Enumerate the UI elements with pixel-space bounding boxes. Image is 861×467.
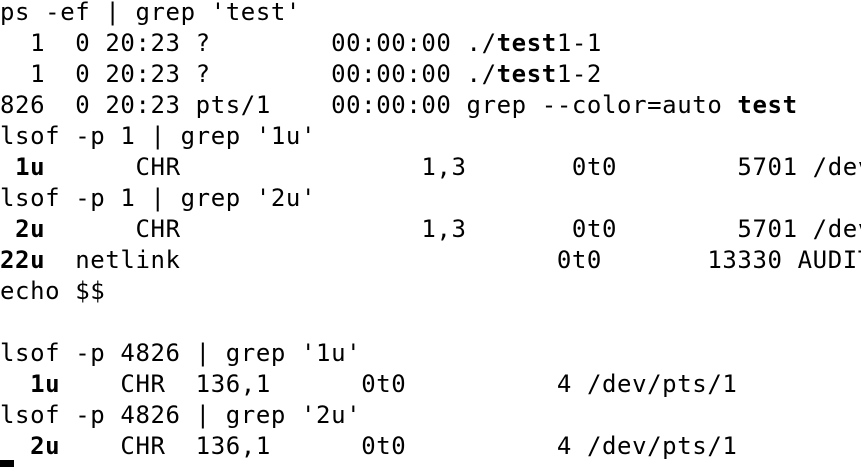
highlighted-match: 1u [30,370,61,398]
line-text: echo $$ [0,277,106,305]
terminal-line: lsof -p 4826 | grep '2u' [0,400,361,431]
line-text: ps -ef | grep 'test' [0,0,301,26]
highlighted-match: 22u [0,246,46,274]
line-segment: netlink 0t0 13330 AUDIT [45,246,861,274]
terminal-output[interactable]: ps -ef | grep 'test' 1 0 20:23 ? 00:00:0… [0,0,861,467]
terminal-line: 2u CHR 136,1 0t0 4 /dev/pts/1 [0,431,737,462]
terminal-line: 826 0 20:23 pts/1 00:00:00 grep --color=… [0,90,798,121]
highlighted-match: 1u [15,153,46,181]
highlighted-match: test [737,91,798,119]
terminal-line: 1 0 20:23 ? 00:00:00 ./test1-1 [0,28,602,59]
highlighted-match: test [496,29,557,57]
highlighted-match: 2u [15,215,46,243]
line-text: lsof -p 1 | grep '1u' [0,122,317,150]
line-segment: CHR 136,1 0t0 4 /dev/pts/1 [60,432,738,460]
terminal-line: 2u CHR 1,3 0t0 5701 /dev/null [0,214,861,245]
terminal-line: 22u netlink 0t0 13330 AUDIT [0,245,861,276]
line-segment [0,432,30,460]
terminal-line: 1u CHR 1,3 0t0 5701 /dev/null [0,152,861,183]
text-cursor [0,460,14,467]
terminal-line: lsof -p 1 | grep '2u' [0,183,316,214]
line-text: lsof -p 4826 | grep '2u' [0,401,362,429]
line-segment [0,215,15,243]
line-text: lsof -p 4826 | grep '1u' [0,339,362,367]
line-text: lsof -p 1 | grep '2u' [0,184,317,212]
highlighted-match: 2u [30,432,61,460]
line-segment: CHR 1,3 0t0 5701 /dev/null [45,153,861,181]
line-segment: 1-2 [556,60,602,88]
terminal-line: echo $$ [0,276,105,307]
line-segment: CHR 136,1 0t0 4 /dev/pts/1 [60,370,738,398]
line-segment: 826 0 20:23 pts/1 00:00:00 grep --color=… [0,91,738,119]
highlighted-match: test [496,60,557,88]
line-segment [0,153,15,181]
terminal-line: 1u CHR 136,1 0t0 4 /dev/pts/1 [0,369,737,400]
line-segment: CHR 1,3 0t0 5701 /dev/null [45,215,861,243]
line-segment: 1 0 20:23 ? 00:00:00 ./ [0,29,497,57]
terminal-line: lsof -p 1 | grep '1u' [0,121,316,152]
terminal-line: ps -ef | grep 'test' [0,0,301,28]
line-segment [0,370,30,398]
terminal-line: lsof -p 4826 | grep '1u' [0,338,361,369]
terminal-line: 1 0 20:23 ? 00:00:00 ./test1-2 [0,59,602,90]
line-segment: 1 0 20:23 ? 00:00:00 ./ [0,60,497,88]
line-segment: 1-1 [556,29,602,57]
